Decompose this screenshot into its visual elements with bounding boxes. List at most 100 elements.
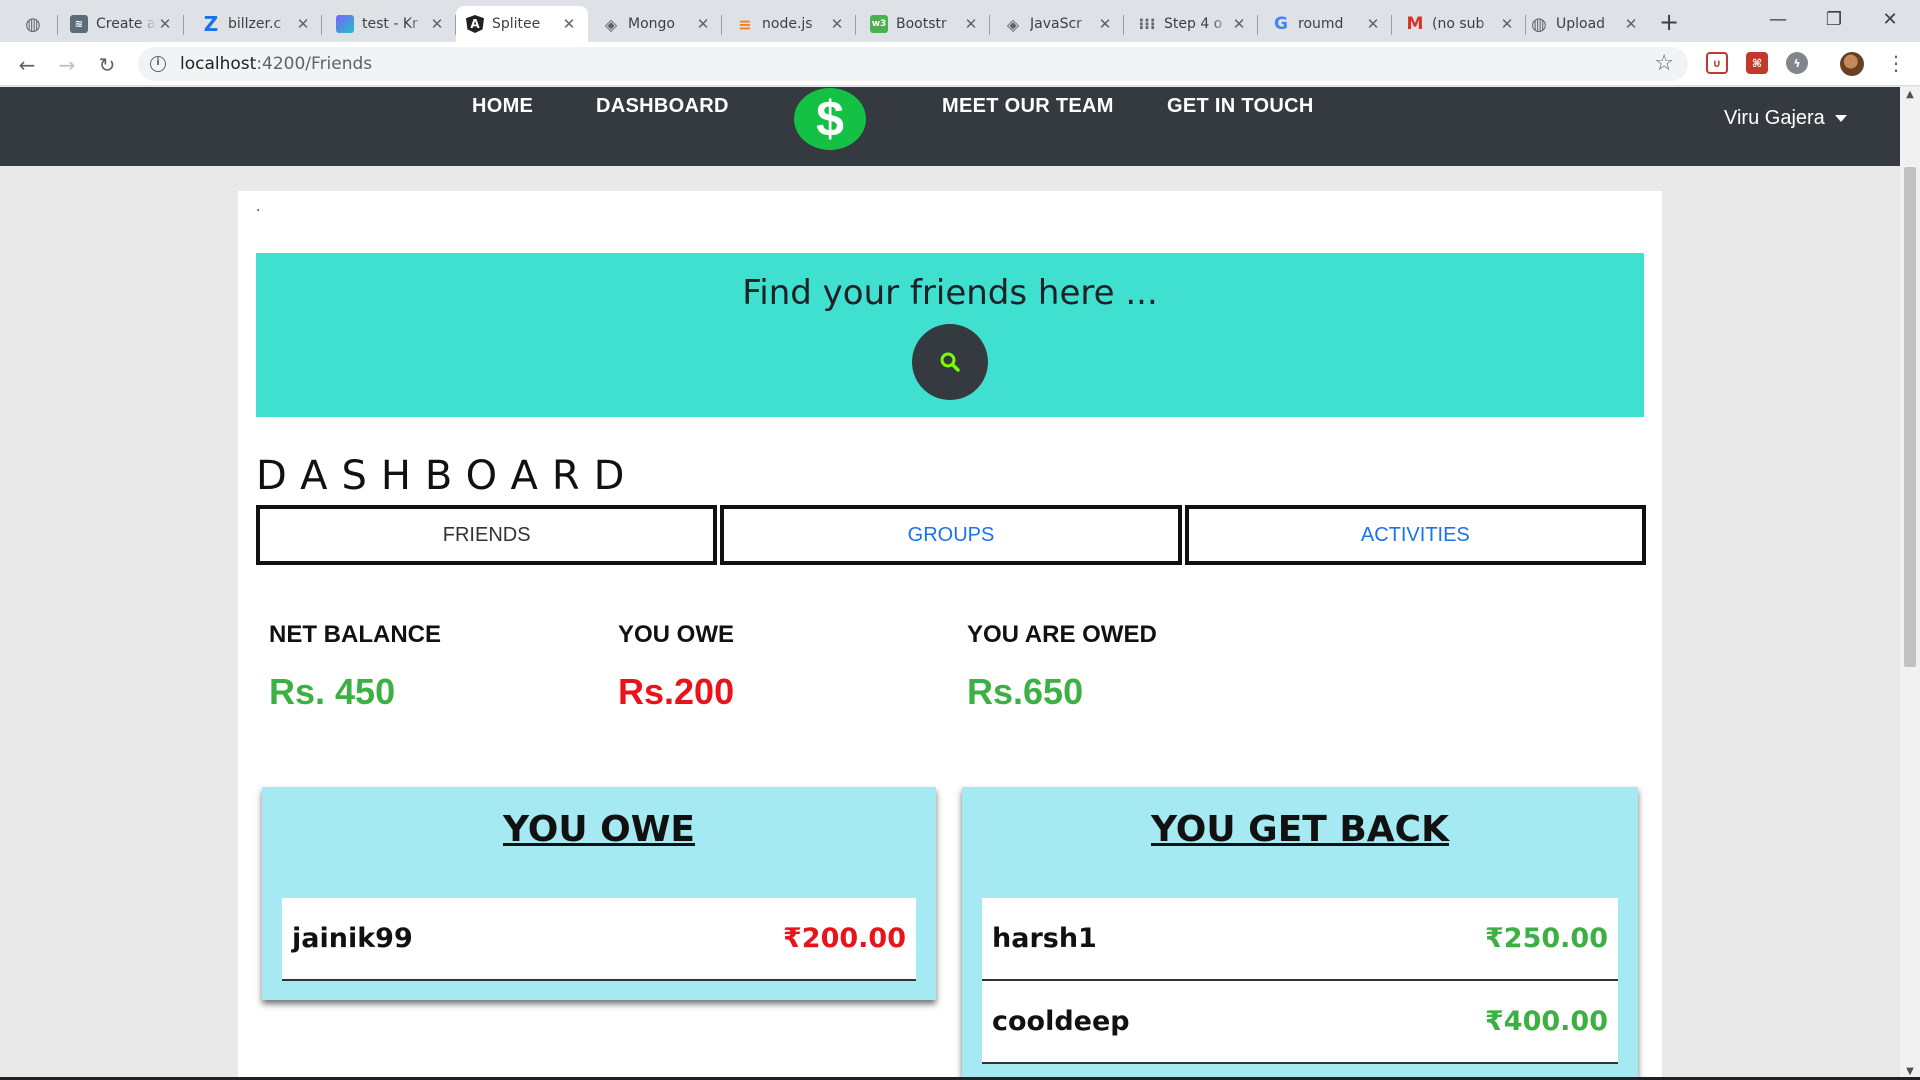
bookmark-star-icon[interactable]: ☆ — [1654, 51, 1674, 76]
browser-tab[interactable]: Z billzer.c ✕ — [192, 6, 322, 42]
nav-home-link[interactable]: HOME — [472, 95, 533, 118]
close-icon[interactable]: ✕ — [1096, 15, 1114, 33]
you-owe-block: YOU OWE Rs.200 — [618, 621, 734, 713]
list-item[interactable]: harsh1 ₹250.00 — [982, 898, 1618, 981]
you-get-back-panel: YOU GET BACK harsh1 ₹250.00 cooldeep ₹40… — [962, 787, 1638, 1077]
page-viewport: HOME DASHBOARD $ MEET OUR TEAM GET IN TO… — [0, 87, 1900, 1077]
pdf-extension-icon[interactable]: ⌘ — [1746, 52, 1768, 74]
pocket-extension-icon[interactable]: ∪ — [1706, 52, 1728, 74]
diamond-icon: ◈ — [1006, 14, 1020, 34]
close-icon[interactable]: ✕ — [1622, 15, 1640, 33]
browser-tab[interactable]: test - Kr ✕ — [326, 6, 456, 42]
you-owe-panel-title: YOU OWE — [502, 809, 696, 850]
close-icon[interactable]: ✕ — [962, 15, 980, 33]
restore-button[interactable]: ❐ — [1806, 4, 1862, 36]
site-navbar: HOME DASHBOARD $ MEET OUR TEAM GET IN TO… — [0, 87, 1900, 166]
google-icon: G — [1274, 14, 1288, 34]
w3schools-icon: w3 — [870, 15, 888, 33]
net-balance-label: NET BALANCE — [269, 621, 441, 648]
you-owe-label: YOU OWE — [618, 621, 735, 648]
scroll-up-arrow-icon[interactable]: ▲ — [1900, 87, 1920, 103]
friend-name: harsh1 — [992, 923, 1097, 954]
tab-activities[interactable]: ACTIVITIES — [1184, 505, 1646, 565]
you-are-owed-value: Rs.650 — [967, 671, 1084, 712]
url-text[interactable]: localhost:4200/Friends — [180, 54, 372, 74]
browser-tab[interactable]: ◍ — [14, 6, 58, 42]
hero-title: Find your friends here ... — [742, 273, 1158, 313]
profile-avatar[interactable] — [1840, 52, 1864, 76]
you-owe-value: Rs.200 — [618, 671, 735, 712]
window-close-button[interactable]: ✕ — [1862, 4, 1918, 36]
new-tab-button[interactable]: + — [1654, 8, 1684, 38]
close-icon[interactable]: ✕ — [428, 15, 446, 33]
globe-icon: ◍ — [25, 13, 41, 35]
kristal-icon — [336, 15, 354, 33]
layers-icon: ≋ — [70, 15, 88, 33]
lightning-extension-icon[interactable]: ϟ — [1786, 52, 1808, 74]
search-icon — [940, 352, 960, 372]
list-item[interactable]: jainik99 ₹200.00 — [282, 898, 916, 981]
angular-icon: A — [466, 15, 484, 33]
owe-amount: ₹200.00 — [783, 923, 906, 954]
address-bar[interactable]: i localhost:4200/Friends ☆ — [138, 47, 1688, 81]
close-icon[interactable]: ✕ — [560, 15, 578, 33]
you-owe-panel: YOU OWE jainik99 ₹200.00 — [262, 787, 936, 1000]
page-scrollbar[interactable]: ▲ ▼ — [1900, 87, 1920, 1080]
user-dropdown[interactable]: Viru Gajera — [1724, 107, 1847, 130]
browser-toolbar: ← → ↻ i localhost:4200/Friends ☆ ∪ ⌘ ϟ ⋮ — [0, 42, 1920, 86]
reload-icon[interactable]: ↻ — [92, 50, 122, 80]
nav-dashboard-link[interactable]: DASHBOARD — [596, 95, 729, 118]
close-icon[interactable]: ✕ — [828, 15, 846, 33]
diamond-icon: ◈ — [604, 14, 618, 34]
list-item[interactable]: cooldeep ₹400.00 — [982, 981, 1618, 1064]
browser-tab-strip: ◍ ≋ Create a ✕ Z billzer.c ✕ test - Kr ✕… — [0, 0, 1920, 42]
stackoverflow-icon: ≡ — [738, 14, 752, 34]
back-arrow-icon[interactable]: ← — [12, 50, 42, 80]
browser-tab[interactable]: ◈ Mongo ✕ — [592, 6, 722, 42]
close-icon[interactable]: ✕ — [1498, 15, 1516, 33]
you-are-owed-block: YOU ARE OWED Rs.650 — [967, 621, 1157, 713]
stray-dot: . — [256, 199, 261, 215]
browser-tab[interactable]: M (no sub ✕ — [1396, 6, 1526, 42]
get-back-amount: ₹250.00 — [1485, 923, 1608, 954]
close-icon[interactable]: ✕ — [1364, 15, 1382, 33]
close-icon[interactable]: ✕ — [1230, 15, 1248, 33]
browser-tab[interactable]: ◈ JavaScr ✕ — [994, 6, 1124, 42]
close-icon[interactable]: ✕ — [156, 15, 174, 33]
globe-icon: ◍ — [1531, 13, 1547, 35]
gmail-icon: M — [1406, 14, 1424, 34]
close-icon[interactable]: ✕ — [294, 15, 312, 33]
tab-groups[interactable]: GROUPS — [720, 505, 1182, 565]
nav-team-link[interactable]: MEET OUR TEAM — [942, 95, 1114, 118]
get-back-amount: ₹400.00 — [1485, 1006, 1608, 1037]
z-letter-icon: Z — [203, 12, 219, 36]
you-are-owed-label: YOU ARE OWED — [967, 621, 1157, 648]
friend-name: cooldeep — [992, 1006, 1130, 1037]
scrollbar-thumb[interactable] — [1904, 167, 1916, 667]
info-icon[interactable]: i — [150, 56, 166, 72]
browser-tab[interactable]: ≋ Create a ✕ — [60, 6, 184, 42]
net-balance-block: NET BALANCE Rs. 450 — [269, 621, 441, 713]
dollar-logo-icon[interactable]: $ — [794, 88, 866, 150]
browser-tab[interactable]: ⁝⁝⁝ Step 4 o ✕ — [1128, 6, 1258, 42]
close-icon[interactable]: ✕ — [694, 15, 712, 33]
browser-tab[interactable]: ≡ node.js ✕ — [726, 6, 856, 42]
caret-down-icon — [1834, 115, 1847, 122]
browser-tab[interactable]: G roumd ✕ — [1262, 6, 1392, 42]
forward-arrow-icon[interactable]: → — [52, 50, 82, 80]
tab-friends[interactable]: FRIENDS — [256, 505, 718, 565]
dashboard-heading: DASHBOARD — [256, 453, 639, 499]
grid-icon: ⁝⁝⁝ — [1138, 15, 1156, 33]
search-button[interactable] — [912, 324, 988, 400]
friend-name: jainik99 — [292, 923, 413, 954]
browser-tab[interactable]: w3 Bootstr ✕ — [860, 6, 990, 42]
browser-tab[interactable]: ◍ Upload ✕ — [1520, 6, 1650, 42]
you-get-back-panel-title: YOU GET BACK — [1150, 809, 1449, 850]
browser-tab-active[interactable]: A Splitee ✕ — [456, 6, 588, 42]
nav-contact-link[interactable]: GET IN TOUCH — [1167, 95, 1314, 118]
menu-kebab-icon[interactable]: ⋮ — [1886, 50, 1906, 76]
net-balance-value: Rs. 450 — [269, 671, 396, 712]
minimize-button[interactable]: — — [1750, 4, 1806, 36]
main-card: . Find your friends here ... DASHBOARD F… — [238, 191, 1662, 1077]
user-name: Viru Gajera — [1724, 107, 1825, 129]
